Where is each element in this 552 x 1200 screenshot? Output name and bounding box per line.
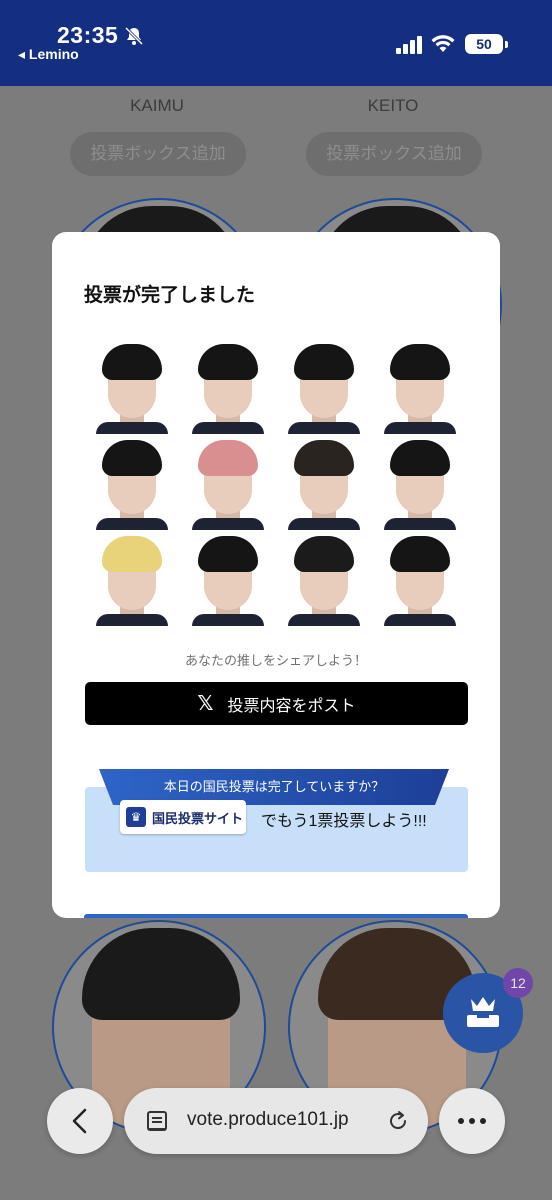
crown-ballot-icon bbox=[467, 997, 499, 1027]
trainee-photo bbox=[276, 530, 372, 626]
vote-complete-modal: 投票が完了しました あなたの推しをシェアしよう！ 𝕏 投票内容をポスト 本日の国… bbox=[52, 232, 500, 918]
add-vote-box-button[interactable]: 投票ボックス追加 bbox=[70, 132, 246, 176]
trainee-photo bbox=[84, 530, 180, 626]
trainee-photo bbox=[180, 530, 276, 626]
banner-cta: でもう1票投票しよう!!! bbox=[261, 813, 427, 830]
reload-icon[interactable] bbox=[386, 1109, 410, 1133]
trainee-photo bbox=[276, 434, 372, 530]
modal-bottom-strip bbox=[84, 914, 468, 918]
contestant-name: KEITO bbox=[367, 96, 419, 115]
signal-icon bbox=[396, 36, 424, 54]
trainee-photo bbox=[372, 434, 468, 530]
browser-back-button[interactable] bbox=[47, 1088, 113, 1154]
reader-icon bbox=[147, 1111, 167, 1131]
post-to-x-button[interactable]: 𝕏 投票内容をポスト bbox=[85, 682, 468, 725]
trainee-photo bbox=[84, 434, 180, 530]
more-options-button[interactable] bbox=[439, 1088, 505, 1154]
trainee-photo bbox=[372, 530, 468, 626]
trainee-photo bbox=[372, 338, 468, 434]
url-text: vote.produce101.jp bbox=[187, 1109, 349, 1130]
more-icon bbox=[458, 1118, 464, 1124]
vote-site-label: 国民投票サイト bbox=[152, 810, 244, 826]
back-to-app-link[interactable]: ◂ Lemino bbox=[18, 46, 79, 63]
share-hint: あなたの推しをシェアしよう！ bbox=[184, 653, 367, 668]
address-bar[interactable]: vote.produce101.jp bbox=[124, 1088, 428, 1154]
trainee-photo bbox=[276, 338, 372, 434]
trainee-photo bbox=[180, 338, 276, 434]
status-bar: 23:35 ◂ Lemino 50 bbox=[0, 0, 552, 86]
contestant-name: KAIMU bbox=[130, 96, 184, 115]
clock: 23:35 bbox=[57, 22, 119, 48]
back-icon bbox=[72, 1108, 87, 1134]
bell-muted-icon bbox=[124, 26, 144, 46]
wifi-icon bbox=[431, 35, 455, 52]
x-logo-icon: 𝕏 bbox=[197, 692, 214, 715]
vote-site-badge[interactable]: ♛ 国民投票サイト bbox=[120, 800, 246, 834]
post-button-label: 投票内容をポスト bbox=[227, 697, 356, 715]
vote-count-badge: 12 bbox=[503, 968, 533, 998]
battery-icon: 50 bbox=[465, 34, 508, 54]
add-vote-box-button[interactable]: 投票ボックス追加 bbox=[306, 132, 482, 176]
modal-title: 投票が完了しました bbox=[84, 285, 256, 306]
trainee-photo bbox=[84, 338, 180, 434]
trainee-photo bbox=[180, 434, 276, 530]
ballot-box-icon: ♛ bbox=[126, 807, 146, 827]
